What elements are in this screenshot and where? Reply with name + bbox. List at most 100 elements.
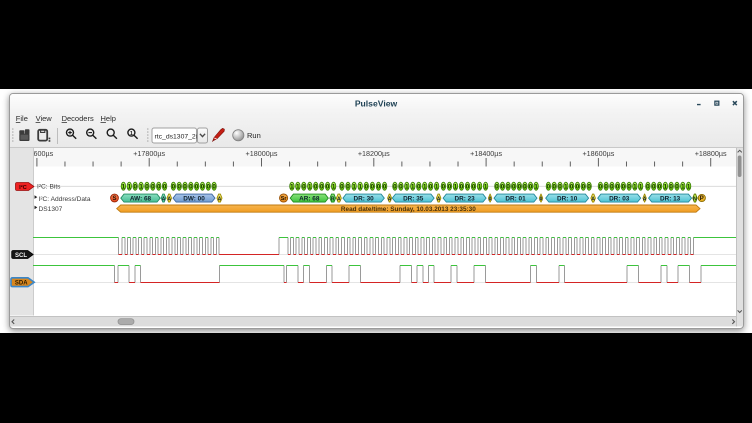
svg-text:1: 1	[130, 131, 133, 137]
svg-text:AR: 68: AR: 68	[299, 195, 320, 202]
svg-text:0: 0	[675, 183, 679, 190]
svg-text:1: 1	[484, 183, 488, 190]
svg-text:S: S	[112, 196, 116, 202]
svg-text:1: 1	[405, 183, 409, 190]
svg-text:View: View	[36, 114, 53, 123]
svg-text:+18400µs: +18400µs	[470, 149, 502, 158]
svg-text:SDA: SDA	[15, 281, 28, 287]
svg-text:+18200µs: +18200µs	[358, 149, 390, 158]
svg-text:1: 1	[296, 183, 300, 190]
svg-text:0: 0	[495, 183, 499, 190]
svg-text:A: A	[162, 196, 166, 202]
svg-text:0: 0	[582, 183, 586, 190]
svg-text:+18000µs: +18000µs	[246, 149, 278, 158]
svg-text:0: 0	[365, 183, 369, 190]
svg-text:1: 1	[358, 183, 362, 190]
svg-text:1: 1	[128, 183, 132, 190]
svg-text:DR: 13: DR: 13	[660, 195, 681, 202]
svg-text:0: 0	[383, 183, 387, 190]
svg-text:0: 0	[652, 183, 656, 190]
svg-text:A: A	[437, 196, 441, 202]
svg-text:1: 1	[633, 183, 637, 190]
svg-text:R: R	[331, 196, 335, 202]
svg-text:1: 1	[139, 183, 143, 190]
svg-text:0: 0	[212, 183, 216, 190]
svg-text:0: 0	[177, 183, 181, 190]
svg-text:A: A	[591, 196, 595, 202]
svg-text:0: 0	[669, 183, 673, 190]
svg-text:0: 0	[163, 183, 167, 190]
svg-text:0: 0	[558, 183, 562, 190]
svg-text:0: 0	[302, 183, 306, 190]
svg-text:0: 0	[529, 183, 533, 190]
svg-text:A: A	[488, 196, 492, 202]
svg-text:1: 1	[435, 183, 439, 190]
svg-text:0: 0	[399, 183, 403, 190]
svg-text:0: 0	[417, 183, 421, 190]
svg-text:0: 0	[371, 183, 375, 190]
svg-text:Run: Run	[247, 131, 261, 140]
svg-text:0: 0	[151, 183, 155, 190]
svg-text:0: 0	[393, 183, 397, 190]
svg-text:I²C: Address/Data: I²C: Address/Data	[39, 196, 91, 203]
svg-text:1: 1	[352, 183, 356, 190]
svg-text:Decoders: Decoders	[62, 114, 94, 123]
svg-text:0: 0	[201, 183, 205, 190]
svg-text:0: 0	[189, 183, 193, 190]
svg-text:+18800µs: +18800µs	[695, 149, 727, 158]
svg-text:N: N	[693, 196, 697, 202]
svg-text:I²C: I²C	[19, 184, 28, 191]
svg-text:0: 0	[314, 183, 318, 190]
svg-text:0: 0	[340, 183, 344, 190]
svg-text:PulseView: PulseView	[355, 99, 398, 109]
svg-text:0: 0	[466, 183, 470, 190]
svg-text:1: 1	[639, 183, 643, 190]
svg-text:0: 0	[616, 183, 620, 190]
svg-text:DR: 01: DR: 01	[505, 195, 526, 202]
svg-text:0: 0	[195, 183, 199, 190]
svg-text:0: 0	[183, 183, 187, 190]
svg-text:+18600µs: +18600µs	[582, 149, 614, 158]
svg-text:0: 0	[326, 183, 330, 190]
svg-text:1: 1	[454, 183, 458, 190]
svg-text:DW: 00: DW: 00	[183, 195, 205, 202]
svg-text:1: 1	[687, 183, 691, 190]
svg-text:0: 0	[604, 183, 608, 190]
svg-text:Sr: Sr	[281, 196, 288, 202]
svg-text:rtc_ds1307_20: rtc_ds1307_20	[155, 133, 199, 140]
svg-text:0: 0	[472, 183, 476, 190]
svg-text:1: 1	[308, 183, 312, 190]
svg-text:SCL: SCL	[15, 253, 27, 259]
svg-text:P: P	[700, 196, 704, 202]
svg-text:0: 0	[646, 183, 650, 190]
svg-text:0: 0	[523, 183, 527, 190]
svg-text:DR: 35: DR: 35	[403, 195, 424, 202]
svg-text:DS1307: DS1307	[39, 206, 63, 213]
svg-text:A: A	[167, 196, 171, 202]
svg-text:Read date/time: Sunday, 10.03.: Read date/time: Sunday, 10.03.2013 23:35…	[341, 206, 476, 213]
svg-text:0: 0	[460, 183, 464, 190]
svg-text:1: 1	[423, 183, 427, 190]
svg-text:0: 0	[501, 183, 505, 190]
svg-text:0: 0	[207, 183, 211, 190]
svg-text:0: 0	[587, 183, 591, 190]
svg-text:0: 0	[429, 183, 433, 190]
svg-text:0: 0	[346, 183, 350, 190]
svg-text:+17800µs: +17800µs	[133, 149, 165, 158]
svg-text:0: 0	[576, 183, 580, 190]
svg-text:1: 1	[411, 183, 415, 190]
svg-text:0: 0	[145, 183, 149, 190]
svg-text:File: File	[16, 114, 28, 123]
svg-text:0: 0	[133, 183, 137, 190]
svg-text:1: 1	[478, 183, 482, 190]
svg-text:0: 0	[658, 183, 662, 190]
svg-text:0: 0	[377, 183, 381, 190]
svg-text:DR: 30: DR: 30	[353, 195, 374, 202]
svg-text:DR: 23: DR: 23	[454, 195, 475, 202]
svg-text:0: 0	[448, 183, 452, 190]
svg-text:0: 0	[552, 183, 556, 190]
svg-text:I²C: Bits: I²C: Bits	[37, 184, 61, 191]
svg-text:0: 0	[610, 183, 614, 190]
svg-text:0: 0	[320, 183, 324, 190]
svg-text:0: 0	[442, 183, 446, 190]
